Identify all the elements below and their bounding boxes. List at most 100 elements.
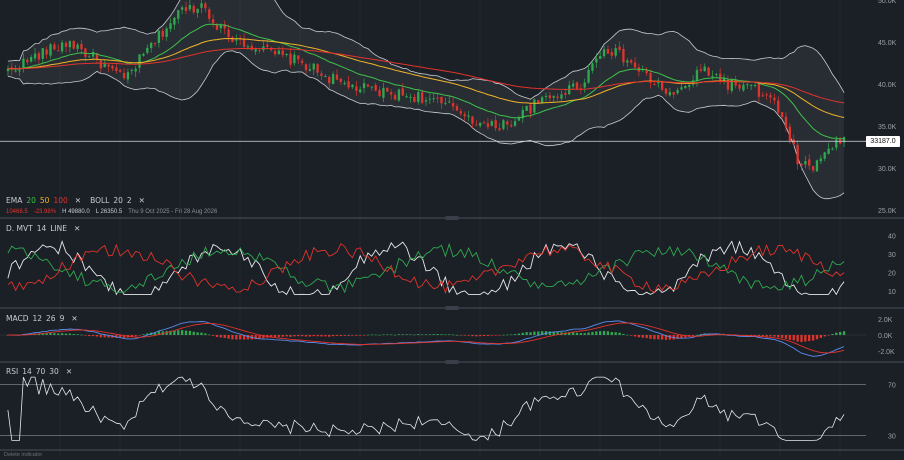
macd-histogram-bar bbox=[618, 332, 621, 335]
dmi-label[interactable]: D. MVT bbox=[6, 224, 33, 233]
candle-body bbox=[235, 39, 238, 41]
candle-body bbox=[386, 87, 389, 92]
ema-label[interactable]: EMA bbox=[6, 196, 22, 205]
candle-body bbox=[757, 83, 761, 97]
price-axis-tick: 50.0K bbox=[878, 0, 897, 5]
macd-histogram-bar bbox=[591, 331, 594, 335]
macd-histogram-bar bbox=[223, 335, 226, 338]
pane-resize-handle-3[interactable] bbox=[445, 360, 459, 364]
macd-histogram-bar bbox=[521, 332, 524, 335]
macd-remove-icon[interactable]: ✕ bbox=[71, 314, 77, 323]
candle-body bbox=[459, 111, 462, 114]
candle-body bbox=[699, 69, 702, 71]
macd-histogram-bar bbox=[180, 330, 184, 335]
candle-body bbox=[45, 49, 48, 55]
macd-histogram-bar bbox=[436, 334, 439, 335]
candle-body bbox=[633, 62, 637, 68]
candle-body bbox=[53, 44, 56, 50]
macd-histogram-bar bbox=[393, 334, 397, 336]
dmi-remove-icon[interactable]: ✕ bbox=[74, 224, 80, 233]
macd-histogram-bar bbox=[502, 334, 505, 336]
macd-histogram-bar bbox=[300, 335, 304, 337]
candle-body bbox=[715, 74, 718, 76]
dmi-pane-legend: D. MVT 14 LINE ✕ bbox=[6, 221, 80, 235]
macd-histogram-bar bbox=[231, 335, 234, 340]
macd-histogram-bar bbox=[273, 335, 277, 338]
candle-body bbox=[362, 83, 366, 89]
macd-histogram-bar bbox=[80, 334, 83, 336]
macd-label[interactable]: MACD bbox=[6, 314, 28, 323]
pane-resize-handle-1[interactable] bbox=[445, 216, 459, 220]
rsi-remove-icon[interactable]: ✕ bbox=[66, 367, 72, 376]
candle-body bbox=[150, 42, 153, 49]
macd-histogram-bar bbox=[525, 332, 528, 335]
macd-histogram-bar bbox=[192, 331, 195, 335]
macd-histogram-bar bbox=[490, 335, 493, 336]
candle-body bbox=[599, 55, 602, 59]
pane-resize-handle-2[interactable] bbox=[445, 306, 459, 310]
candle-body bbox=[22, 58, 25, 69]
macd-axis-tick: 0.0K bbox=[878, 333, 893, 340]
macd-histogram-bar bbox=[405, 334, 408, 335]
candle-body bbox=[157, 30, 161, 43]
candle-body bbox=[331, 74, 335, 85]
chart-canvas[interactable]: 50.0K 45.0K 40.0K 35.0K 30.0K 25.0K 40 30 20 10 2.… bbox=[0, 0, 904, 460]
macd-axis-tick: -2.0K bbox=[878, 349, 895, 356]
candle-body bbox=[525, 106, 528, 111]
macd-histogram-bar bbox=[103, 335, 106, 338]
macd-histogram-bar bbox=[91, 335, 95, 337]
candle-body bbox=[273, 50, 277, 55]
macd-histogram-bar bbox=[215, 335, 219, 338]
rsi-period: 14 bbox=[22, 366, 32, 376]
candle-body bbox=[211, 19, 215, 24]
candle-body bbox=[630, 60, 633, 63]
candle-body bbox=[668, 92, 672, 96]
macd-histogram-bar bbox=[622, 333, 625, 335]
boll-label[interactable]: BOLL bbox=[90, 196, 109, 205]
candle-body bbox=[448, 101, 451, 103]
candle-body bbox=[827, 148, 830, 154]
macd-histogram-bar bbox=[660, 335, 664, 340]
macd-histogram-bar bbox=[99, 335, 102, 338]
candle-body bbox=[300, 60, 304, 63]
macd-histogram-bar bbox=[68, 333, 72, 335]
macd-histogram-bar bbox=[835, 332, 838, 335]
boll-remove-icon[interactable]: ✕ bbox=[139, 196, 145, 205]
macd-histogram-bar bbox=[53, 333, 56, 335]
candle-body bbox=[177, 10, 180, 19]
rsi-pane-legend: RSI 14 70 30 ✕ bbox=[6, 364, 72, 378]
candle-body bbox=[815, 160, 819, 172]
candle-body bbox=[780, 112, 784, 117]
candle-body bbox=[347, 81, 350, 88]
ema-remove-icon[interactable]: ✕ bbox=[75, 196, 81, 205]
candle-body bbox=[742, 84, 745, 91]
macd-histogram-bar bbox=[57, 333, 60, 335]
footer-note[interactable]: Delete indicator bbox=[4, 452, 42, 458]
macd-histogram-bar bbox=[88, 335, 91, 337]
candle-body bbox=[308, 69, 312, 71]
macd-histogram-bar bbox=[95, 335, 99, 337]
ema-20-value: 20 bbox=[26, 195, 36, 205]
macd-histogram-bar bbox=[72, 334, 75, 335]
macd-histogram-bar bbox=[138, 335, 141, 336]
candle-body bbox=[680, 87, 683, 90]
macd-histogram-bar bbox=[513, 334, 517, 335]
candle-body bbox=[258, 49, 261, 51]
candle-body bbox=[196, 8, 199, 13]
macd-histogram-bar bbox=[428, 334, 432, 335]
macd-histogram-bar bbox=[769, 335, 772, 337]
rsi-label[interactable]: RSI bbox=[6, 367, 18, 376]
macd-histogram-bar bbox=[420, 334, 424, 336]
candle-body bbox=[204, 3, 207, 9]
macd-histogram-bar bbox=[444, 334, 447, 336]
candle-body bbox=[614, 48, 617, 56]
macd-signal-period: 9 bbox=[59, 313, 65, 323]
macd-histogram-bar bbox=[45, 333, 48, 335]
candle-body bbox=[560, 94, 563, 99]
price-stats-row: 10468.5 -23.98% H 49880.0 L 26350.5 Thu … bbox=[6, 209, 217, 215]
candle-body bbox=[533, 99, 536, 113]
candle-body bbox=[676, 89, 679, 94]
macd-histogram-bar bbox=[602, 330, 606, 335]
candle-body bbox=[320, 73, 323, 76]
candle-body bbox=[769, 95, 772, 98]
